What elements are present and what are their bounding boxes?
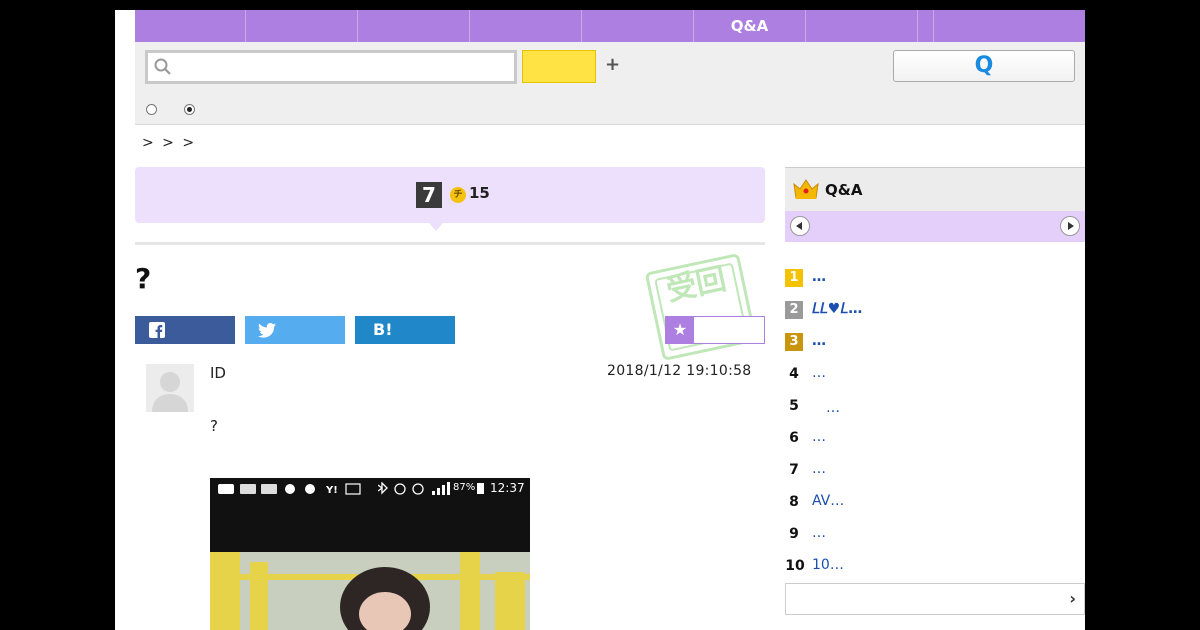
question-header: 7 チ 15: [135, 167, 765, 223]
post-date: 2018/1/12 19:10:58: [607, 363, 752, 379]
facebook-share-button[interactable]: [135, 316, 235, 344]
ranking-item[interactable]: 5 …: [785, 394, 1085, 418]
ranking-link[interactable]: …: [812, 333, 826, 349]
ranking-nav: [785, 211, 1085, 242]
rank-number: 10: [785, 558, 805, 574]
battery-percent: 87%: [453, 482, 476, 493]
hatena-label: B!: [373, 320, 393, 339]
avatar: [146, 364, 194, 412]
ranking-item[interactable]: 6 …: [785, 426, 1085, 450]
favorite-button[interactable]: ★: [665, 316, 765, 344]
coin-value: 15: [469, 184, 490, 202]
ranking-link[interactable]: …: [812, 269, 826, 285]
notification-icons: Y!: [218, 483, 361, 496]
nav-tab-qa[interactable]: Q&A: [694, 10, 806, 42]
system-status-icons: [378, 482, 450, 495]
ranking-header: Q&A: [785, 167, 1085, 211]
ranking-item[interactable]: 3 …: [785, 330, 1085, 354]
svg-text:Y!: Y!: [325, 485, 338, 496]
status-time: 12:37: [490, 481, 525, 495]
question-body: ?: [210, 417, 218, 435]
ranking-title: Q&A: [825, 181, 863, 199]
rank-number: 2: [785, 301, 803, 319]
nav-tab-9[interactable]: [934, 10, 1085, 42]
hatena-bookmark-button[interactable]: B!: [355, 316, 455, 344]
search-area: + Q: [135, 42, 1085, 125]
twitter-icon: [258, 323, 276, 338]
ranking-item[interactable]: 7 …: [785, 458, 1085, 482]
rank-number: 3: [785, 333, 803, 351]
ranking-link[interactable]: …: [812, 365, 826, 381]
nav-tab-4[interactable]: [470, 10, 582, 42]
battery-icon: [477, 483, 484, 494]
nav-tab-8[interactable]: [918, 10, 934, 42]
search-box: [145, 50, 517, 84]
ranking-link[interactable]: 10…: [812, 557, 844, 573]
ranking-item[interactable]: 4 …: [785, 362, 1085, 386]
rank-number: 1: [785, 269, 803, 287]
crown-icon: [793, 179, 819, 199]
nav-tab-2[interactable]: [246, 10, 358, 42]
search-radio-2[interactable]: [184, 104, 195, 115]
ranking-item[interactable]: 8 AV…: [785, 490, 1085, 514]
nav-tab-7[interactable]: [806, 10, 918, 42]
ranking-item[interactable]: 1 …: [785, 266, 1085, 290]
header-pointer: [429, 223, 443, 231]
ranking-item[interactable]: 10 10…: [785, 554, 1085, 578]
next-arrow-icon[interactable]: [1060, 216, 1080, 236]
ranking-link[interactable]: 𝐿𝐿♥𝐿…: [812, 301, 862, 317]
nav-tab-5[interactable]: [582, 10, 694, 42]
user-id[interactable]: ID: [210, 364, 226, 382]
ranking-sidebar: Q&A 1 … 2 𝐿𝐿♥𝐿… 3 … 4 … 5 … 6 … 7 … 8 AV…: [785, 167, 1085, 615]
nav-tab-1[interactable]: [135, 10, 246, 42]
top-nav: Q&A: [135, 10, 1085, 42]
ranking-item[interactable]: 9 …: [785, 522, 1085, 546]
nav-tab-3[interactable]: [358, 10, 470, 42]
search-input[interactable]: [178, 53, 508, 81]
rank-number: 9: [789, 526, 799, 542]
rank-number: 8: [789, 494, 799, 510]
facebook-icon: [149, 322, 165, 338]
star-icon: ★: [666, 317, 694, 343]
qa-button[interactable]: Q: [893, 50, 1075, 82]
grade-badge: 7: [416, 182, 442, 208]
ranking-more-button[interactable]: ›: [785, 583, 1085, 615]
rank-number: 7: [789, 462, 799, 478]
coin-icon: チ: [450, 187, 466, 203]
phone-status-bar: Y! 87% 12:37: [210, 478, 530, 500]
ranking-link[interactable]: …: [812, 525, 826, 541]
ranking-link[interactable]: …: [812, 461, 826, 477]
rank-number: 4: [789, 366, 799, 382]
photo: [210, 552, 530, 630]
twitter-share-button[interactable]: [245, 316, 345, 344]
page: Q&A + Q > > > 7 チ 15 ? 受回 B! ★ ID 2018/1…: [115, 10, 1085, 630]
prev-arrow-icon[interactable]: [790, 216, 810, 236]
rank-number: 6: [789, 430, 799, 446]
search-icon: [154, 58, 171, 75]
ranking-link[interactable]: …: [812, 397, 840, 417]
question-title: ?: [135, 262, 152, 295]
attached-image[interactable]: Y! 87% 12:37: [210, 478, 530, 630]
ranking-item[interactable]: 2 𝐿𝐿♥𝐿…: [785, 298, 1085, 322]
breadcrumb[interactable]: > > >: [142, 135, 196, 151]
divider: [135, 242, 765, 245]
ranking-link[interactable]: …: [812, 429, 826, 445]
rank-number: 5: [789, 398, 799, 414]
search-button[interactable]: [522, 50, 596, 83]
plus-icon[interactable]: +: [605, 54, 620, 75]
chevron-right-icon: ›: [1069, 589, 1076, 608]
answered-stamp: 受回: [644, 253, 758, 361]
search-radio-1[interactable]: [146, 104, 157, 115]
ranking-link[interactable]: AV…: [812, 493, 844, 509]
